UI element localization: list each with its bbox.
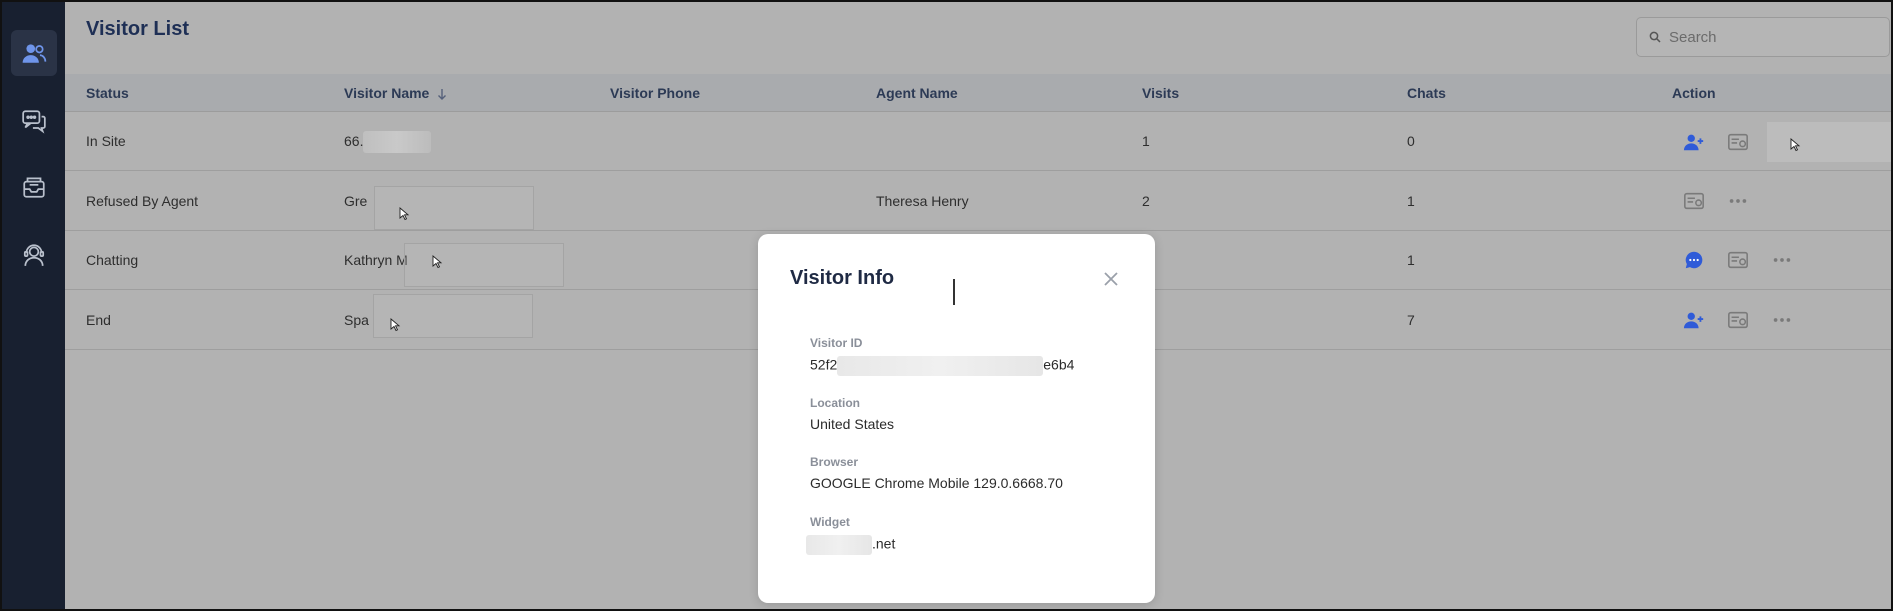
sidebar — [2, 2, 65, 609]
page-title: Visitor List — [86, 18, 189, 40]
visitor-id-suffix: e6b4 — [1043, 356, 1075, 373]
visitor-id-prefix: 52f2 — [810, 356, 838, 373]
column-header-label: Visitor Name — [344, 85, 430, 101]
column-header-status[interactable]: Status — [86, 74, 129, 112]
users-icon — [22, 44, 47, 63]
hover-artifact — [374, 186, 534, 230]
sidebar-item-agents[interactable] — [11, 232, 57, 278]
field-widget: Widget .net — [806, 515, 895, 555]
cell-visits: 2 — [1142, 193, 1150, 209]
more-button[interactable] — [1770, 308, 1794, 332]
more-icon — [1773, 318, 1791, 322]
field-label: Location — [810, 396, 860, 410]
field-browser: Browser GOOGLE Chrome Mobile 129.0.6668.… — [810, 455, 1063, 491]
field-label: Visitor ID — [810, 336, 863, 350]
chat-bubbles-icon — [22, 110, 46, 134]
app-window: Visitor List Status Visitor Name Visitor… — [0, 0, 1893, 611]
widget-suffix: .net — [872, 535, 896, 552]
redacted-text — [363, 131, 432, 154]
visitor-info-button[interactable] — [1726, 308, 1750, 332]
id-card-icon — [1728, 251, 1748, 269]
mouse-cursor-icon — [399, 207, 410, 221]
cell-chats: 1 — [1407, 193, 1415, 209]
field-location: Location United States — [810, 396, 894, 432]
id-card-icon — [1684, 192, 1704, 210]
field-value: United States — [810, 416, 895, 432]
field-value: .net — [806, 535, 895, 555]
mouse-cursor-icon — [432, 255, 443, 269]
close-button[interactable] — [1100, 268, 1122, 290]
cell-chats: 1 — [1407, 252, 1415, 268]
redacted-text — [806, 535, 872, 555]
field-value: 52f2 e6b4 — [810, 356, 1074, 376]
cell-agent-name: Theresa Henry — [876, 193, 969, 209]
id-card-icon — [1728, 311, 1748, 329]
chat-icon — [1685, 251, 1703, 269]
search-icon — [1649, 31, 1661, 43]
inbox-icon — [23, 177, 45, 198]
modal-title: Visitor Info — [790, 267, 895, 289]
search-box[interactable] — [1636, 17, 1890, 57]
column-header-agent-name[interactable]: Agent Name — [876, 74, 958, 112]
open-chat-button[interactable] — [1682, 248, 1706, 272]
visitor-info-button[interactable] — [1726, 130, 1750, 154]
sort-down-icon[interactable] — [437, 88, 447, 101]
add-user-icon — [1683, 134, 1704, 151]
visitor-name-text: 66. — [344, 133, 364, 149]
sidebar-item-chats[interactable] — [11, 98, 57, 144]
cell-status: End — [86, 312, 111, 328]
column-header-visitor-phone[interactable]: Visitor Phone — [610, 74, 700, 112]
visitor-info-modal: Visitor Info Visitor ID 52f2 e6b4 Locatio… — [758, 234, 1155, 603]
more-button[interactable] — [1726, 189, 1750, 213]
add-user-icon — [1683, 312, 1704, 329]
text-cursor — [953, 279, 955, 305]
agent-headset-icon — [23, 244, 45, 266]
more-icon — [1729, 199, 1747, 203]
sidebar-item-inbox[interactable] — [11, 164, 57, 210]
cell-visits: 1 — [1142, 133, 1150, 149]
mouse-cursor-icon — [390, 318, 401, 332]
close-icon — [1104, 272, 1118, 286]
sidebar-item-visitors[interactable] — [11, 30, 57, 76]
table-row[interactable]: In Site 66. 1 0 — [65, 112, 1891, 171]
visitor-info-button[interactable] — [1726, 248, 1750, 272]
column-header-visitor-name[interactable]: Visitor Name — [344, 74, 447, 112]
id-card-icon — [1728, 133, 1748, 151]
search-input[interactable] — [1669, 28, 1869, 46]
visitor-info-button[interactable] — [1682, 189, 1706, 213]
field-value: GOOGLE Chrome Mobile 129.0.6668.70 — [810, 475, 1063, 491]
table-header: Status Visitor Name Visitor Phone Agent … — [65, 74, 1891, 112]
cell-chats: 0 — [1407, 133, 1415, 149]
hover-artifact — [1767, 122, 1891, 162]
hover-artifact — [404, 243, 564, 287]
more-button[interactable] — [1770, 248, 1794, 272]
field-label: Browser — [810, 455, 859, 469]
cell-status: Refused By Agent — [86, 193, 199, 209]
add-user-button[interactable] — [1682, 308, 1706, 332]
column-header-chats[interactable]: Chats — [1407, 74, 1446, 112]
field-label: Widget — [810, 515, 850, 529]
cell-visitor-name: Kathryn M — [344, 252, 408, 268]
mouse-cursor-icon — [1790, 138, 1801, 152]
cell-visitor-name: Spa — [344, 312, 369, 328]
column-header-visits[interactable]: Visits — [1142, 74, 1179, 112]
field-visitor-id: Visitor ID 52f2 e6b4 — [810, 336, 1074, 376]
cell-visitor-name: Gre — [344, 193, 368, 209]
redacted-text — [837, 356, 1044, 376]
cell-chats: 7 — [1407, 312, 1415, 328]
column-header-action: Action — [1672, 85, 1716, 101]
cell-status: Chatting — [86, 252, 139, 268]
table-row[interactable]: Refused By Agent Gre Theresa Henry 2 1 — [65, 172, 1891, 231]
more-icon — [1773, 258, 1791, 262]
add-user-button[interactable] — [1682, 130, 1706, 154]
cell-visitor-name: 66. — [344, 112, 432, 171]
cell-status: In Site — [86, 133, 126, 149]
